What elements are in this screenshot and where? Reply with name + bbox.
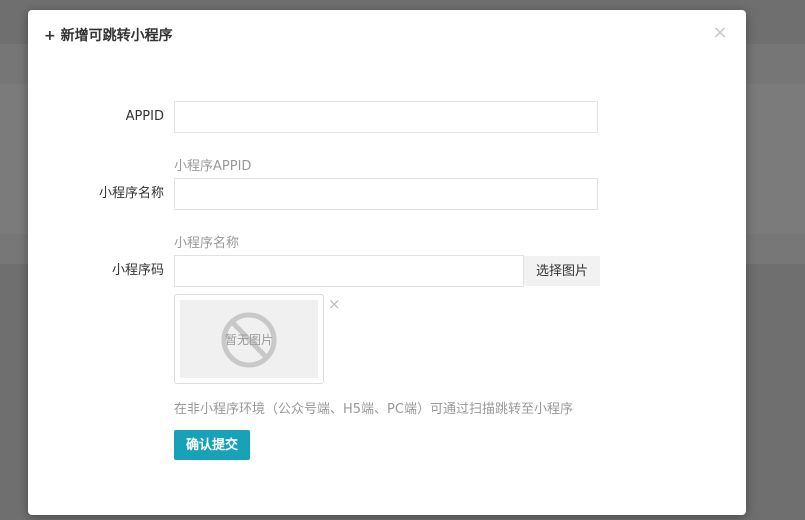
add-miniprogram-modal: + 新增可跳转小程序 × APPID 小程序APPID 小程序名称 小程序名称 … <box>28 10 746 515</box>
appid-input[interactable] <box>174 101 598 133</box>
miniprogram-name-label: 小程序名称 <box>98 186 164 201</box>
select-image-button[interactable]: 选择图片 <box>524 256 600 286</box>
miniprogram-name-help-text: 小程序名称 <box>174 236 240 251</box>
submit-button[interactable]: 确认提交 <box>174 430 250 460</box>
modal-header: + 新增可跳转小程序 × <box>44 22 730 50</box>
remove-image-icon[interactable]: × <box>328 296 341 312</box>
miniprogram-name-input[interactable] <box>174 178 598 210</box>
image-preview: 暂无图片 <box>174 294 324 384</box>
no-image-placeholder: 暂无图片 <box>180 300 318 378</box>
appid-help-text: 小程序APPID <box>174 159 252 174</box>
no-image-text: 暂无图片 <box>224 333 273 347</box>
close-icon[interactable]: × <box>710 22 730 44</box>
miniprogram-code-label: 小程序码 <box>111 263 164 278</box>
appid-label: APPID <box>125 109 164 124</box>
modal-title: + 新增可跳转小程序 <box>44 28 173 44</box>
miniprogram-code-input[interactable] <box>174 255 524 287</box>
scan-tip-text: 在非小程序环境（公众号端、H5端、PC端）可通过扫描跳转至小程序 <box>174 402 573 417</box>
